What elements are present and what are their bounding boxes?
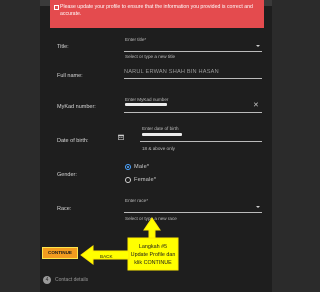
back-button: BACK xyxy=(100,254,113,259)
annotation-overlay: BACK Langkah #5 Update Profile dan klik … xyxy=(80,217,179,271)
annotation-line-3: klik CONTINUE xyxy=(134,260,172,266)
annotation-line-1: Langkah #5 xyxy=(139,244,167,250)
annotation-line-2: Update Profile dan xyxy=(131,252,176,258)
